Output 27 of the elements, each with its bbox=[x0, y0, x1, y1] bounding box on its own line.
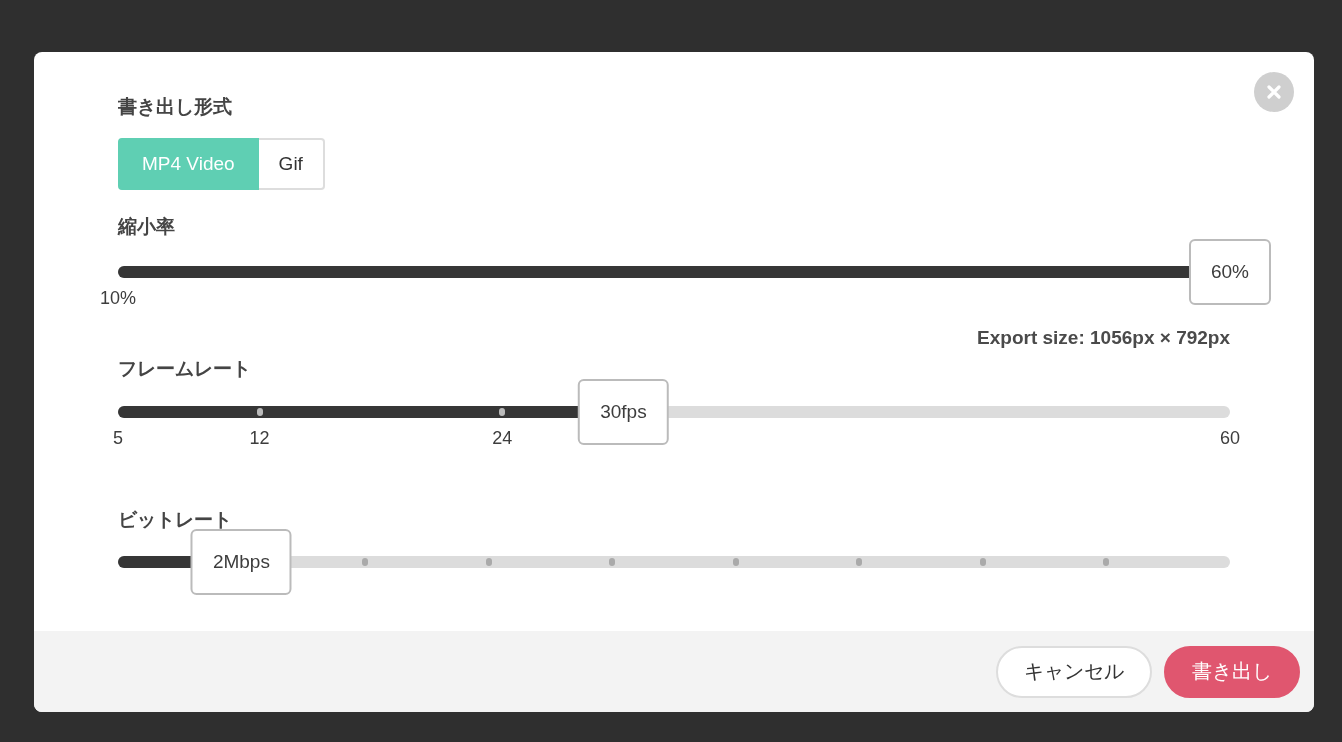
tick-label: 5 bbox=[113, 427, 123, 449]
section-label: フレームレート bbox=[118, 357, 251, 381]
tick-mark bbox=[609, 558, 616, 566]
tick-label: 60 bbox=[1220, 427, 1240, 449]
format-tab[interactable]: Gif bbox=[258, 138, 325, 190]
close-button[interactable] bbox=[1254, 72, 1294, 112]
section-label: ビットレート bbox=[118, 508, 232, 532]
tick-mark bbox=[1103, 558, 1110, 566]
slider-handle-tooltip[interactable]: 60% bbox=[1189, 239, 1271, 305]
tick-mark bbox=[485, 558, 492, 566]
cancel-button[interactable]: キャンセル bbox=[996, 645, 1152, 698]
slider-handle-tooltip[interactable]: 30fps bbox=[578, 379, 669, 445]
section-label: 書き出し形式 bbox=[118, 95, 232, 119]
tick-mark bbox=[362, 558, 369, 566]
section-label: 縮小率 bbox=[118, 215, 175, 239]
tick-mark bbox=[732, 558, 739, 566]
tick-label: 12 bbox=[249, 427, 270, 449]
slider-handle-tooltip[interactable]: 2Mbps bbox=[190, 529, 292, 595]
tick-label: 10% bbox=[100, 287, 136, 309]
tick-mark bbox=[499, 408, 506, 416]
tick-mark bbox=[979, 558, 986, 566]
tick-label: 24 bbox=[492, 427, 513, 449]
tick-mark bbox=[256, 408, 263, 416]
close-icon bbox=[1266, 84, 1282, 100]
tick-mark bbox=[856, 558, 863, 566]
export-button[interactable]: 書き出し bbox=[1164, 645, 1300, 698]
export-size-text: Export size: 1056px × 792px bbox=[977, 327, 1230, 349]
